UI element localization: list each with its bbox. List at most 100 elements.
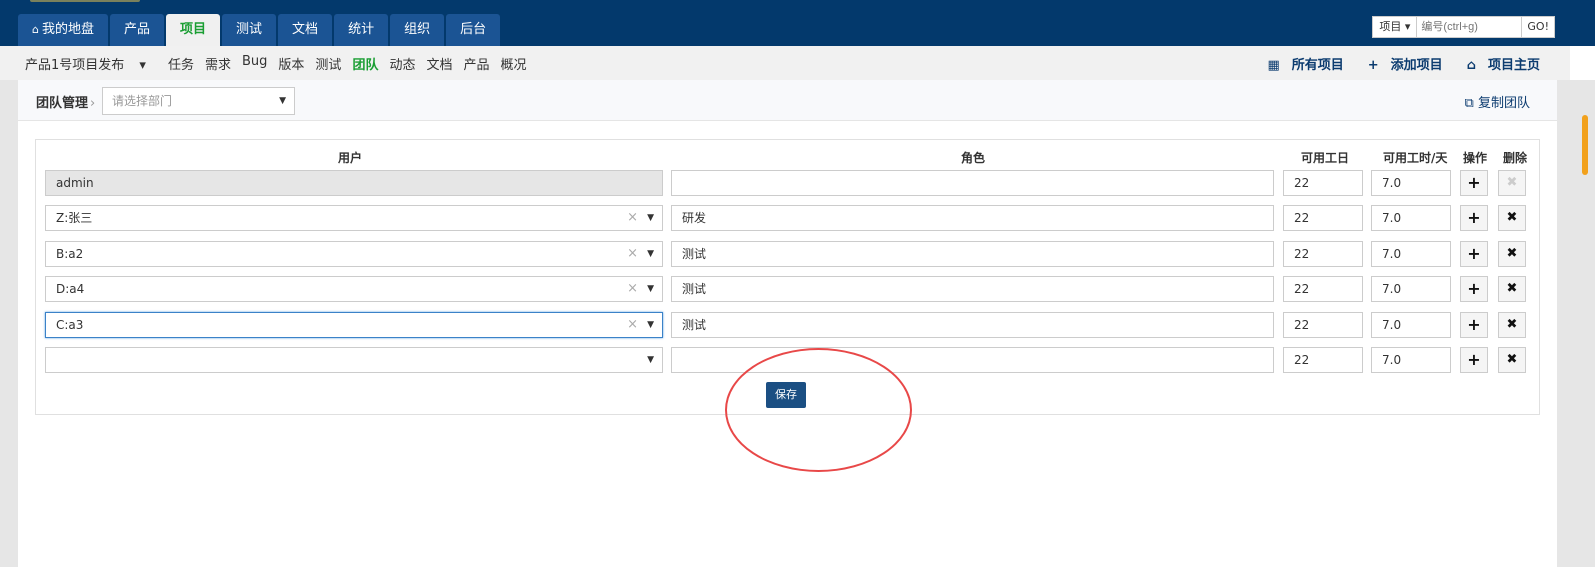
user-select[interactable]: C:a3 × ▼ [45, 312, 663, 338]
caret-down-icon: ▼ [279, 96, 286, 106]
close-icon: ✖ [1506, 352, 1518, 367]
close-icon: ✖ [1506, 175, 1518, 190]
subnav-story[interactable]: 需求 [205, 54, 231, 73]
subnav-dynamic[interactable]: 动态 [389, 54, 415, 73]
user-select[interactable]: ▼ [45, 347, 663, 373]
search-type-select[interactable]: 项目 ▾ [1372, 16, 1418, 38]
plus-icon: + [1467, 350, 1481, 369]
hours-input[interactable]: 7.0 [1371, 347, 1451, 373]
days-input[interactable]: 22 [1283, 205, 1363, 231]
search-input[interactable] [1417, 16, 1523, 38]
hours-input[interactable]: 7.0 [1371, 276, 1451, 302]
add-row-button[interactable]: + [1460, 170, 1488, 196]
delete-row-button: ✖ [1498, 170, 1526, 196]
tab-my-home[interactable]: ⌂ 我的地盘 [18, 14, 108, 46]
page-title: 团队管理 › [36, 96, 96, 111]
annotation-circle [725, 348, 912, 472]
subnav-bug[interactable]: Bug [242, 54, 267, 73]
subnav-test[interactable]: 测试 [315, 54, 341, 73]
tab-admin[interactable]: 后台 [446, 14, 501, 46]
tab-org[interactable]: 组织 [390, 14, 445, 46]
role-input[interactable] [671, 170, 1274, 196]
caret-down-icon: ▼ [647, 284, 654, 294]
top-navbar: ⌂我的地盘 产品 项目 测试 文档 统计 组织 后台 项目 ▾ GO! [0, 0, 1595, 46]
subnav-product[interactable]: 产品 [463, 54, 489, 73]
plus-icon: + [1367, 58, 1379, 73]
plus-icon: + [1467, 173, 1481, 192]
days-input[interactable]: 22 [1283, 241, 1363, 267]
add-row-button[interactable]: + [1460, 241, 1488, 267]
tab-doc[interactable]: 文档 [278, 14, 333, 46]
user-select[interactable]: D:a4 × ▼ [45, 276, 663, 302]
delete-row-button[interactable]: ✖ [1498, 312, 1526, 338]
tab-product[interactable]: 产品 [110, 14, 165, 46]
grid-icon: ▦ [1267, 58, 1280, 73]
go-button[interactable]: GO! [1522, 16, 1555, 38]
col-user: 用户 [338, 151, 363, 165]
home-icon: ⌂ [32, 23, 39, 36]
project-switcher[interactable]: 产品1号项目发布 ▾ [25, 54, 157, 73]
caret-down-icon: ▼ [647, 213, 654, 223]
right-gutter [1557, 80, 1595, 567]
side-tab-edge[interactable] [1582, 115, 1588, 175]
hours-input[interactable]: 7.0 [1371, 205, 1451, 231]
user-select[interactable]: B:a2 × ▼ [45, 241, 663, 267]
delete-row-button[interactable]: ✖ [1498, 205, 1526, 231]
clear-icon[interactable]: × [627, 242, 638, 266]
close-icon: ✖ [1506, 210, 1518, 225]
logo-strip [30, 0, 140, 2]
days-input[interactable]: 22 [1283, 347, 1363, 373]
hours-input[interactable]: 7.0 [1371, 241, 1451, 267]
clear-icon[interactable]: × [627, 277, 638, 301]
tab-stats[interactable]: 统计 [334, 14, 389, 46]
role-input[interactable]: 测试 [671, 241, 1274, 267]
caret-down-icon: ▾ [139, 58, 146, 73]
col-action: 操作 [1463, 151, 1488, 165]
left-gutter [0, 80, 18, 567]
hours-input[interactable]: 7.0 [1371, 312, 1451, 338]
add-project-link[interactable]: + 添加项目 [1356, 54, 1443, 73]
tab-project[interactable]: 项目 [166, 14, 221, 46]
subnav-actions: ▦ 所有项目 + 添加项目 ⌂ 项目主页 [1243, 54, 1540, 73]
col-role: 角色 [961, 151, 986, 165]
home-icon: ⌂ [1466, 58, 1476, 73]
close-icon: ✖ [1506, 281, 1518, 296]
department-select[interactable]: 请选择部门 ▼ [102, 87, 295, 115]
days-input[interactable]: 22 [1283, 170, 1363, 196]
project-home-link[interactable]: ⌂ 项目主页 [1455, 54, 1540, 73]
clear-icon[interactable]: × [627, 313, 638, 337]
plus-icon: + [1467, 208, 1481, 227]
plus-icon: + [1467, 315, 1481, 334]
add-row-button[interactable]: + [1460, 205, 1488, 231]
delete-row-button[interactable]: ✖ [1498, 347, 1526, 373]
subnav-doc[interactable]: 文档 [426, 54, 452, 73]
role-input[interactable]: 研发 [671, 205, 1274, 231]
delete-row-button[interactable]: ✖ [1498, 276, 1526, 302]
subnav-task[interactable]: 任务 [168, 54, 194, 73]
copy-icon: ⧉ [1464, 96, 1474, 111]
days-input[interactable]: 22 [1283, 276, 1363, 302]
subnav-items: 产品1号项目发布 ▾ 任务 需求 Bug 版本 测试 团队 动态 文档 产品 概… [25, 54, 538, 73]
clear-icon[interactable]: × [627, 206, 638, 230]
caret-down-icon: ▼ [647, 355, 654, 365]
page-header: 团队管理 › 请选择部门 ▼ ⧉ 复制团队 [18, 80, 1557, 121]
subnav-build[interactable]: 版本 [278, 54, 304, 73]
role-input[interactable]: 测试 [671, 276, 1274, 302]
role-input[interactable]: 测试 [671, 312, 1274, 338]
plus-icon: + [1467, 279, 1481, 298]
add-row-button[interactable]: + [1460, 312, 1488, 338]
subnav-overview[interactable]: 概况 [501, 54, 527, 73]
subnav-team[interactable]: 团队 [352, 54, 378, 73]
close-icon: ✖ [1506, 317, 1518, 332]
quick-search: 项目 ▾ GO! [1372, 16, 1555, 38]
all-projects-link[interactable]: ▦ 所有项目 [1255, 54, 1343, 73]
hours-input[interactable]: 7.0 [1371, 170, 1451, 196]
add-row-button[interactable]: + [1460, 276, 1488, 302]
days-input[interactable]: 22 [1283, 312, 1363, 338]
delete-row-button[interactable]: ✖ [1498, 241, 1526, 267]
tab-test[interactable]: 测试 [222, 14, 277, 46]
copy-team-link[interactable]: ⧉ 复制团队 [1465, 92, 1530, 111]
add-row-button[interactable]: + [1460, 347, 1488, 373]
plus-icon: + [1467, 244, 1481, 263]
user-select[interactable]: Z:张三 × ▼ [45, 205, 663, 231]
